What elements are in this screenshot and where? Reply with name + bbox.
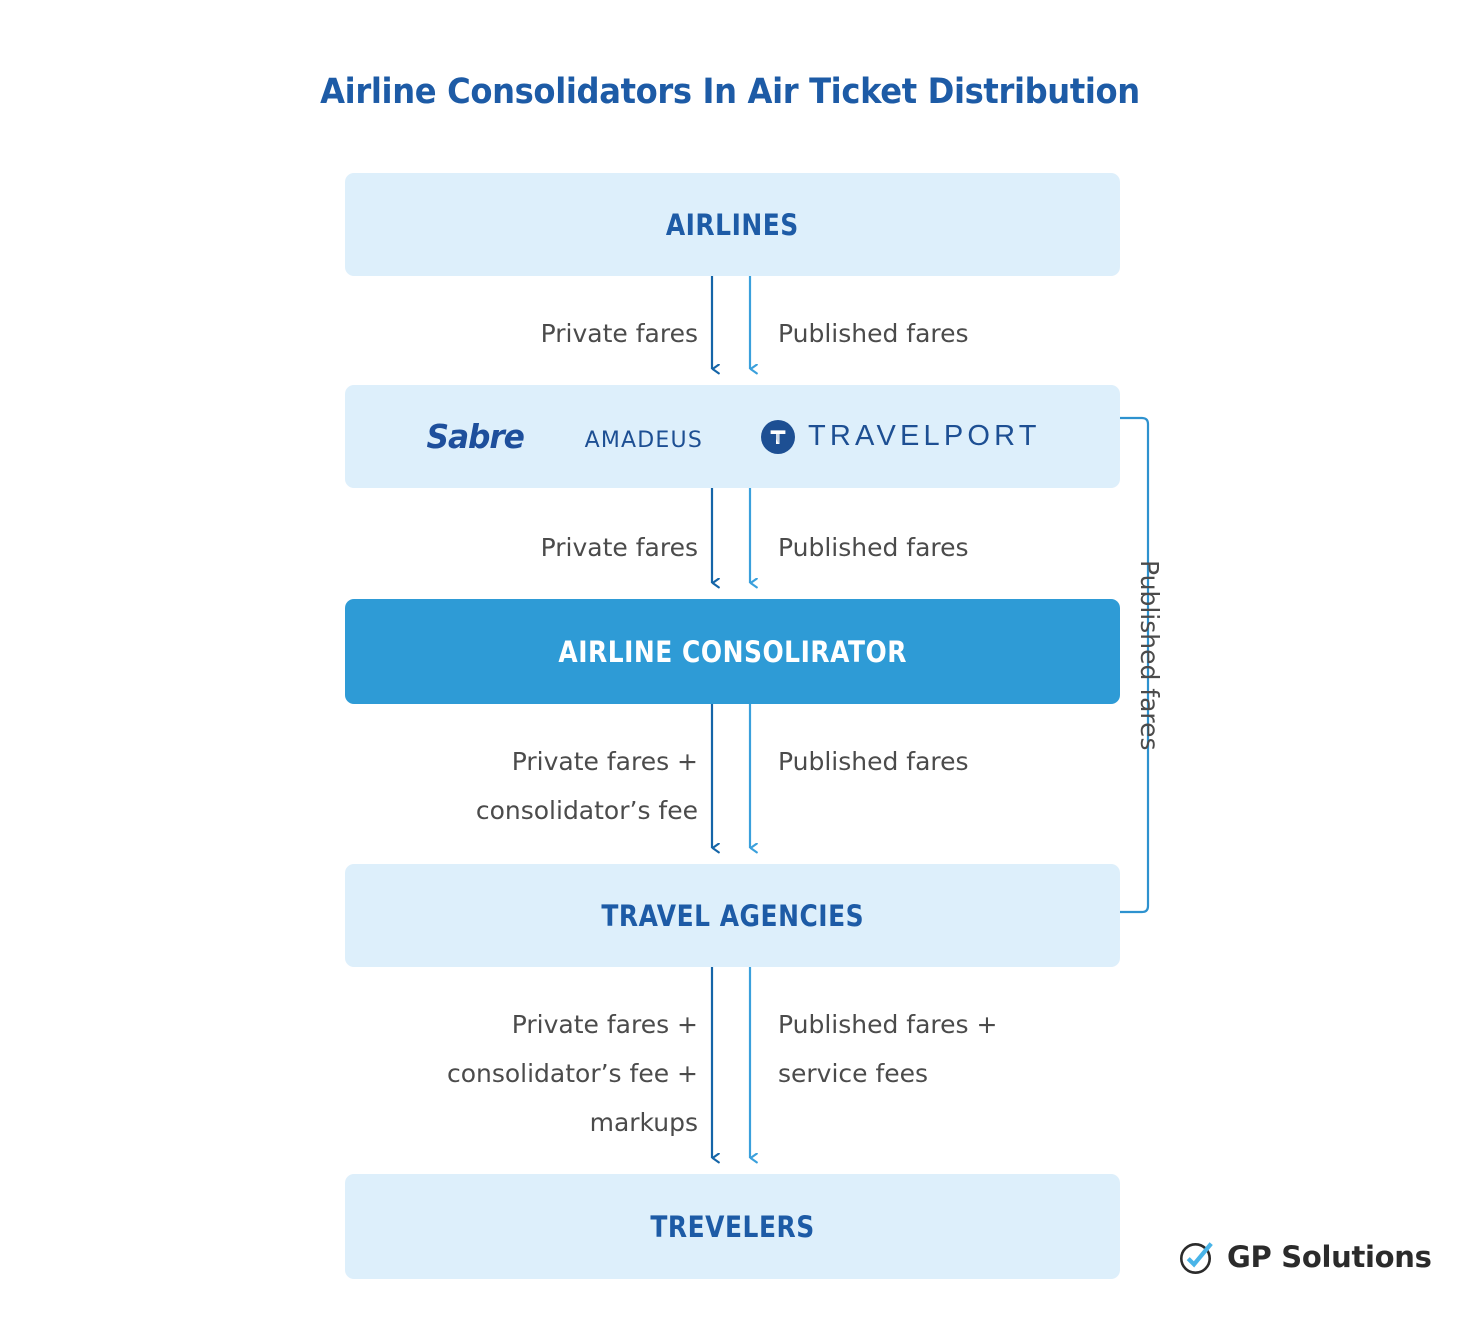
page-title: Airline Consolidators In Air Ticket Dist… [320,72,1140,112]
node-airlines-label: AIRLINES [666,207,799,242]
gp-solutions-logo: GP Solutions [1178,1238,1432,1276]
travelport-wordmark: TRAVELPORT [808,420,1041,452]
edge-label-agencies-travelers-private: Private fares + consolidator’s fee + mar… [446,1010,698,1137]
node-agencies-label: TRAVEL AGENCIES [601,898,864,933]
node-travelers-label: TREVELERS [650,1209,815,1244]
gp-solutions-wordmark: GP Solutions [1227,1240,1432,1274]
sabre-logo[interactable]: Sabre [427,417,525,456]
node-consolidator-label: AIRLINE CONSOLIRATOR [558,634,907,669]
travelport-logo[interactable]: TRAVELPORT [761,419,1041,454]
gp-check-circle-icon [1180,1242,1213,1274]
node-gds-providers[interactable]: Sabre amadeus TRAVELPORT [345,385,1120,488]
edge-label-agencies-travelers-published: Published fares + service fees [778,1010,998,1088]
flow-diagram: Airline Consolidators In Air Ticket Dist… [0,0,1460,1338]
node-airlines[interactable]: AIRLINES [345,173,1120,276]
node-travel-agencies[interactable]: TRAVEL AGENCIES [345,864,1120,967]
edge-label-consolidator-agencies-private: Private fares + consolidator’s fee [475,747,698,825]
edge-label-gds-consolidator-published: Published fares [778,533,969,562]
edge-label-airlines-gds-private: Private fares [540,319,698,348]
amadeus-logo[interactable]: amadeus [585,419,703,455]
edge-label-bypass-published-fares: Published fares [1135,560,1164,751]
edge-label-gds-consolidator-private: Private fares [540,533,698,562]
travelport-circle-t-icon [761,419,795,454]
node-airline-consolidator[interactable]: AIRLINE CONSOLIRATOR [345,599,1120,704]
gds-logo-row: Sabre amadeus TRAVELPORT [345,417,1120,456]
edge-label-airlines-gds-published: Published fares [778,319,969,348]
node-travelers[interactable]: TREVELERS [345,1174,1120,1279]
edge-label-consolidator-agencies-published: Published fares [778,747,969,776]
